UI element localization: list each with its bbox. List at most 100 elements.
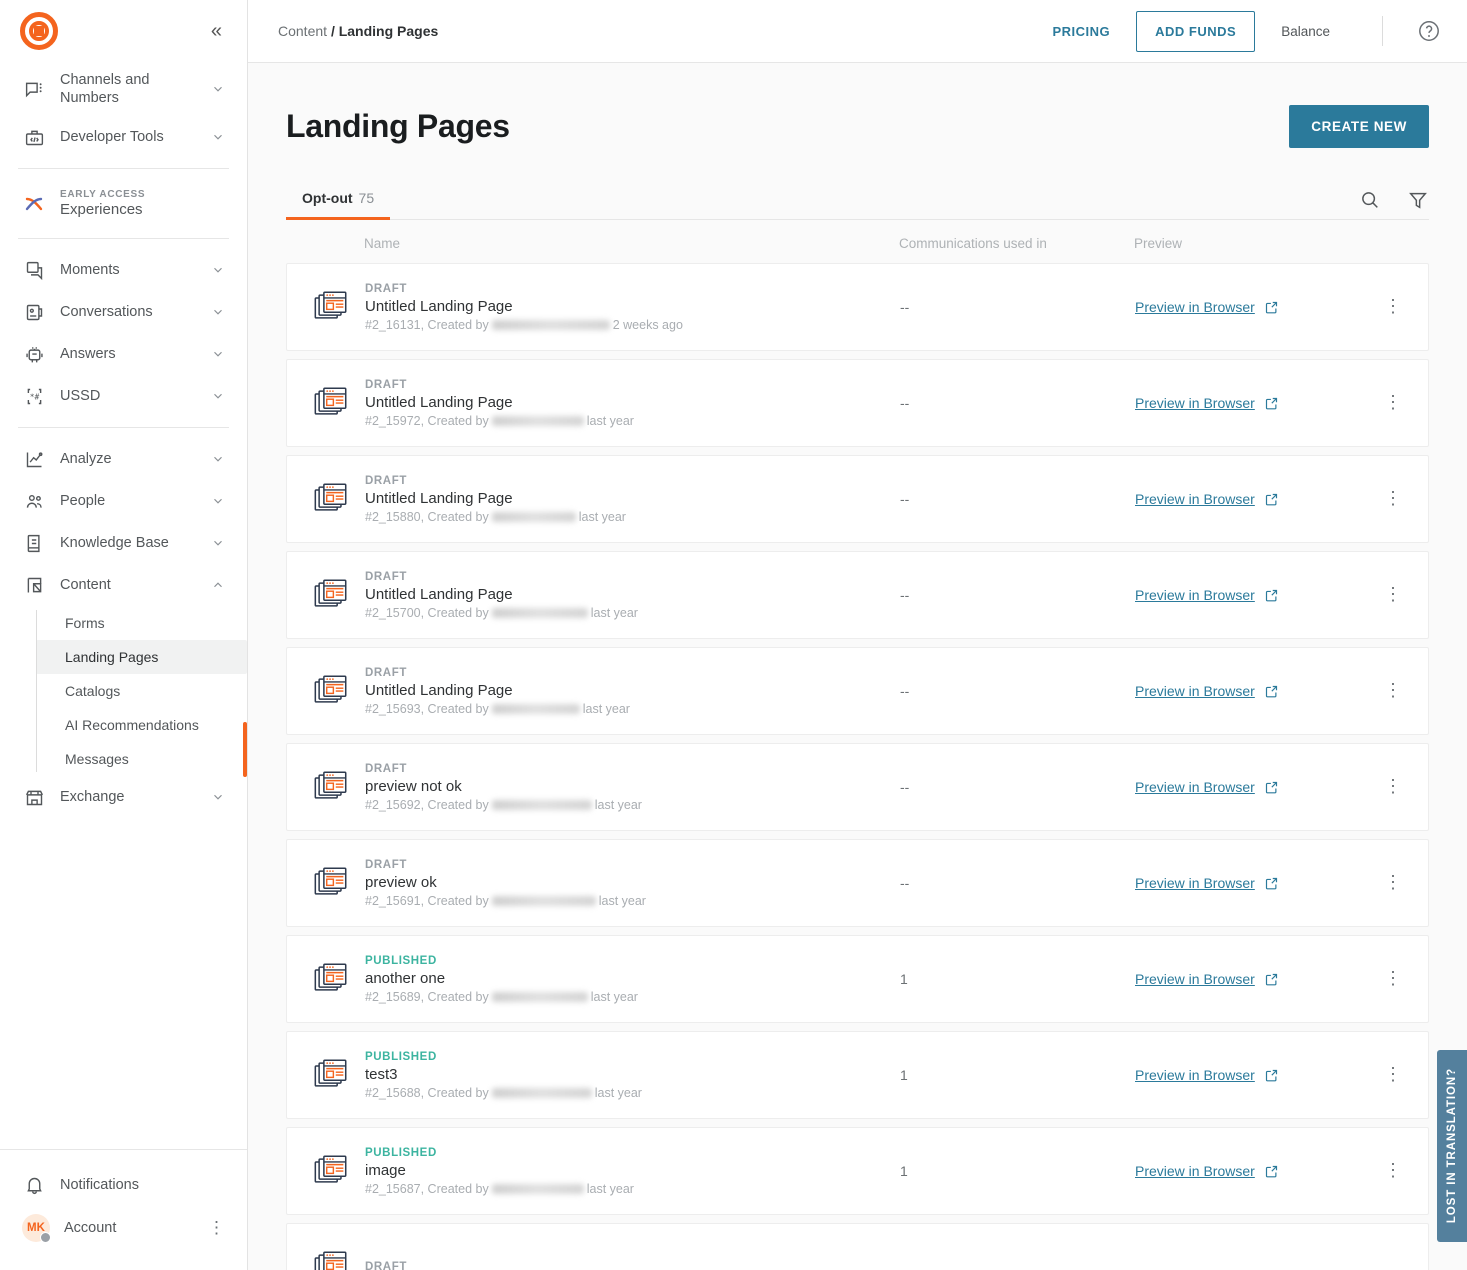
row-title[interactable]: Untitled Landing Page xyxy=(365,298,683,315)
sidebar-item-knowledge-base[interactable]: Knowledge Base xyxy=(0,522,247,564)
row-title[interactable]: Untitled Landing Page xyxy=(365,586,638,603)
preview-in-browser-link[interactable]: Preview in Browser xyxy=(1135,395,1279,411)
row-menu-kebab-icon[interactable]: ⋮ xyxy=(1384,1065,1428,1083)
table-row[interactable]: DRAFT Untitled Landing Page #2_16131, Cr… xyxy=(286,263,1429,351)
row-menu-kebab-icon[interactable]: ⋮ xyxy=(1384,777,1428,795)
search-icon[interactable] xyxy=(1359,189,1381,211)
row-name-cell: DRAFT preview not ok #2_15692, Created b… xyxy=(287,763,900,812)
preview-in-browser-link[interactable]: Preview in Browser xyxy=(1135,491,1279,507)
kebab-menu-icon[interactable]: ⋮ xyxy=(208,1219,225,1236)
external-link-icon xyxy=(1264,300,1279,315)
sidebar-divider xyxy=(18,427,229,429)
sidebar-item-label: Experiences xyxy=(60,201,143,219)
row-menu-kebab-icon[interactable]: ⋮ xyxy=(1384,297,1428,315)
row-title[interactable]: another one xyxy=(365,970,638,987)
filter-funnel-icon[interactable] xyxy=(1407,189,1429,211)
table-row[interactable]: PUBLISHED image #2_15687, Created by last… xyxy=(286,1127,1429,1215)
sidebar-item-developer-tools[interactable]: Developer Tools xyxy=(0,116,247,158)
table-row[interactable]: PUBLISHED another one #2_15689, Created … xyxy=(286,935,1429,1023)
sidebar-item-analyze[interactable]: Analyze xyxy=(0,438,247,480)
external-link-icon xyxy=(1264,1164,1279,1179)
sidebar-item-people[interactable]: People xyxy=(0,480,247,522)
sidebar-item-answers[interactable]: Answers xyxy=(0,333,247,375)
table-row[interactable]: DRAFT Untitled Landing Page #2_15693, Cr… xyxy=(286,647,1429,735)
lost-in-translation-label: LOST IN TRANSLATION? xyxy=(1446,1068,1458,1224)
row-menu-kebab-icon[interactable]: ⋮ xyxy=(1384,585,1428,603)
landing-page-stack-icon xyxy=(305,576,357,614)
add-funds-button[interactable]: ADD FUNDS xyxy=(1136,10,1256,52)
preview-in-browser-link[interactable]: Preview in Browser xyxy=(1135,299,1279,315)
row-id: #2_15691, Created by xyxy=(365,893,489,908)
breadcrumb-parent[interactable]: Content xyxy=(278,23,327,39)
sidebar-item-content[interactable]: Content xyxy=(0,564,247,606)
row-preview-cell: Preview in Browser xyxy=(1135,587,1384,603)
row-id: #2_15972, Created by xyxy=(365,413,489,428)
chevron-down-icon xyxy=(211,82,225,96)
row-menu-kebab-icon[interactable]: ⋮ xyxy=(1384,1161,1428,1179)
table-row[interactable]: DRAFT xyxy=(286,1223,1429,1270)
help-circle-icon[interactable] xyxy=(1417,19,1441,43)
sidebar-item-catalogs[interactable]: Catalogs xyxy=(36,674,247,708)
content-icon xyxy=(22,573,46,597)
row-time: 2 weeks ago xyxy=(612,317,683,332)
preview-in-browser-link[interactable]: Preview in Browser xyxy=(1135,1067,1279,1083)
row-preview-cell: Preview in Browser xyxy=(1135,875,1384,891)
row-title[interactable]: image xyxy=(365,1162,634,1179)
lost-in-translation-tab[interactable]: LOST IN TRANSLATION? xyxy=(1437,1050,1467,1242)
content-submenu: Forms Landing Pages Catalogs AI Recommen… xyxy=(36,606,247,776)
status-badge: DRAFT xyxy=(365,570,407,583)
sidebar-item-ai-recommendations[interactable]: AI Recommendations xyxy=(36,708,247,742)
row-menu-kebab-icon[interactable]: ⋮ xyxy=(1384,681,1428,699)
row-menu-kebab-icon[interactable]: ⋮ xyxy=(1384,969,1428,987)
sidebar-item-conversations[interactable]: Conversations xyxy=(0,291,247,333)
preview-in-browser-link[interactable]: Preview in Browser xyxy=(1135,1163,1279,1179)
row-name-block: PUBLISHED test3 #2_15688, Created by last… xyxy=(357,1051,642,1100)
row-id: #2_15693, Created by xyxy=(365,701,489,716)
preview-in-browser-link[interactable]: Preview in Browser xyxy=(1135,875,1279,891)
sidebar-item-forms[interactable]: Forms xyxy=(36,606,247,640)
chevron-double-left-icon[interactable]: « xyxy=(211,21,223,41)
tab-opt-out[interactable]: Opt-out 75 xyxy=(286,180,391,220)
table-row[interactable]: DRAFT Untitled Landing Page #2_15880, Cr… xyxy=(286,455,1429,543)
row-time: last year xyxy=(590,605,638,620)
row-title[interactable]: Untitled Landing Page xyxy=(365,490,626,507)
svg-text:*#: *# xyxy=(29,392,39,401)
row-title[interactable]: Untitled Landing Page xyxy=(365,394,634,411)
table-row[interactable]: PUBLISHED test3 #2_15688, Created by last… xyxy=(286,1031,1429,1119)
toolbar-divider xyxy=(1382,16,1383,46)
sidebar-item-experiences[interactable]: EARLY ACCESS Experiences xyxy=(0,179,247,228)
infobip-logo-icon[interactable] xyxy=(20,12,58,50)
row-title[interactable]: preview not ok xyxy=(365,778,642,795)
preview-in-browser-link[interactable]: Preview in Browser xyxy=(1135,971,1279,987)
preview-in-browser-link[interactable]: Preview in Browser xyxy=(1135,683,1279,699)
row-menu-kebab-icon[interactable]: ⋮ xyxy=(1384,489,1428,507)
column-header-name: Name xyxy=(364,236,401,251)
sidebar-item-ussd[interactable]: *# USSD xyxy=(0,375,247,417)
preview-in-browser-link[interactable]: Preview in Browser xyxy=(1135,587,1279,603)
sidebar-item-landing-pages[interactable]: Landing Pages xyxy=(36,640,247,675)
chevron-down-icon xyxy=(211,305,225,319)
sidebar-item-moments[interactable]: Moments xyxy=(0,249,247,291)
sidebar-item-notifications[interactable]: Notifications xyxy=(0,1164,247,1206)
row-communications: -- xyxy=(900,587,910,603)
status-badge: DRAFT xyxy=(365,474,407,487)
table-row[interactable]: DRAFT preview ok #2_15691, Created by las… xyxy=(286,839,1429,927)
create-new-button[interactable]: CREATE NEW xyxy=(1289,105,1429,148)
row-title[interactable]: preview ok xyxy=(365,874,646,891)
breadcrumb: Content / Landing Pages xyxy=(278,23,438,39)
row-title[interactable]: Untitled Landing Page xyxy=(365,682,630,699)
row-menu-kebab-icon[interactable]: ⋮ xyxy=(1384,393,1428,411)
sidebar-item-messages[interactable]: Messages xyxy=(36,742,247,776)
table-row[interactable]: DRAFT Untitled Landing Page #2_15700, Cr… xyxy=(286,551,1429,639)
sidebar-item-account[interactable]: MK Account ⋮ xyxy=(0,1206,247,1250)
row-title[interactable]: test3 xyxy=(365,1066,642,1083)
pricing-link[interactable]: PRICING xyxy=(1038,16,1124,47)
landing-page-stack-icon xyxy=(305,480,357,518)
preview-in-browser-link[interactable]: Preview in Browser xyxy=(1135,779,1279,795)
row-name-block: DRAFT Untitled Landing Page #2_15693, Cr… xyxy=(357,667,630,716)
sidebar-item-channels-and-numbers[interactable]: Channels and Numbers xyxy=(0,62,247,116)
sidebar-item-exchange[interactable]: Exchange xyxy=(0,776,247,818)
table-row[interactable]: DRAFT preview not ok #2_15692, Created b… xyxy=(286,743,1429,831)
table-row[interactable]: DRAFT Untitled Landing Page #2_15972, Cr… xyxy=(286,359,1429,447)
row-menu-kebab-icon[interactable]: ⋮ xyxy=(1384,873,1428,891)
